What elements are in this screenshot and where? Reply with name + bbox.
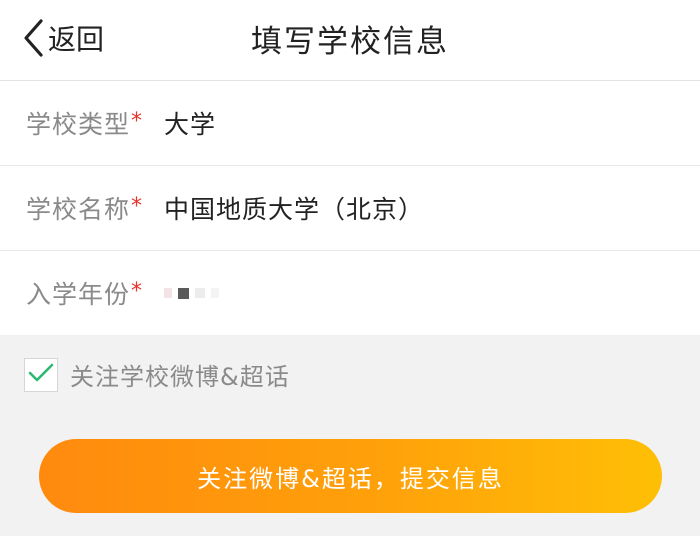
checkmark-icon bbox=[28, 363, 54, 387]
follow-checkbox-label: 关注学校微博&超话 bbox=[70, 363, 290, 391]
top-navigation-bar: 返回 填写学校信息 bbox=[0, 0, 700, 81]
enrollment-year-row[interactable]: 入学年份 * bbox=[0, 251, 700, 335]
school-name-value: 中国地质大学（北京） bbox=[164, 195, 425, 224]
submit-button[interactable]: 关注微博&超话，提交信息 bbox=[39, 439, 662, 513]
required-mark: * bbox=[131, 108, 143, 134]
school-name-label: 学校名称 bbox=[26, 195, 131, 224]
school-info-form: 学校类型 * 大学 学校名称 * 中国地质大学（北京） 入学年份 * bbox=[0, 81, 700, 335]
follow-school-weibo-option[interactable]: 关注学校微博&超话 bbox=[24, 357, 290, 392]
page-title: 填写学校信息 bbox=[251, 24, 449, 60]
school-type-row[interactable]: 学校类型 * 大学 bbox=[0, 81, 700, 166]
enrollment-year-label: 入学年份 bbox=[26, 280, 131, 309]
school-type-label: 学校类型 bbox=[26, 110, 131, 139]
enrollment-year-value-redacted bbox=[164, 287, 220, 299]
school-type-value: 大学 bbox=[164, 110, 217, 139]
follow-checkbox[interactable] bbox=[24, 357, 58, 392]
required-mark: * bbox=[131, 278, 143, 304]
required-mark: * bbox=[131, 193, 143, 219]
school-name-row[interactable]: 学校名称 * 中国地质大学（北京） bbox=[0, 166, 700, 251]
